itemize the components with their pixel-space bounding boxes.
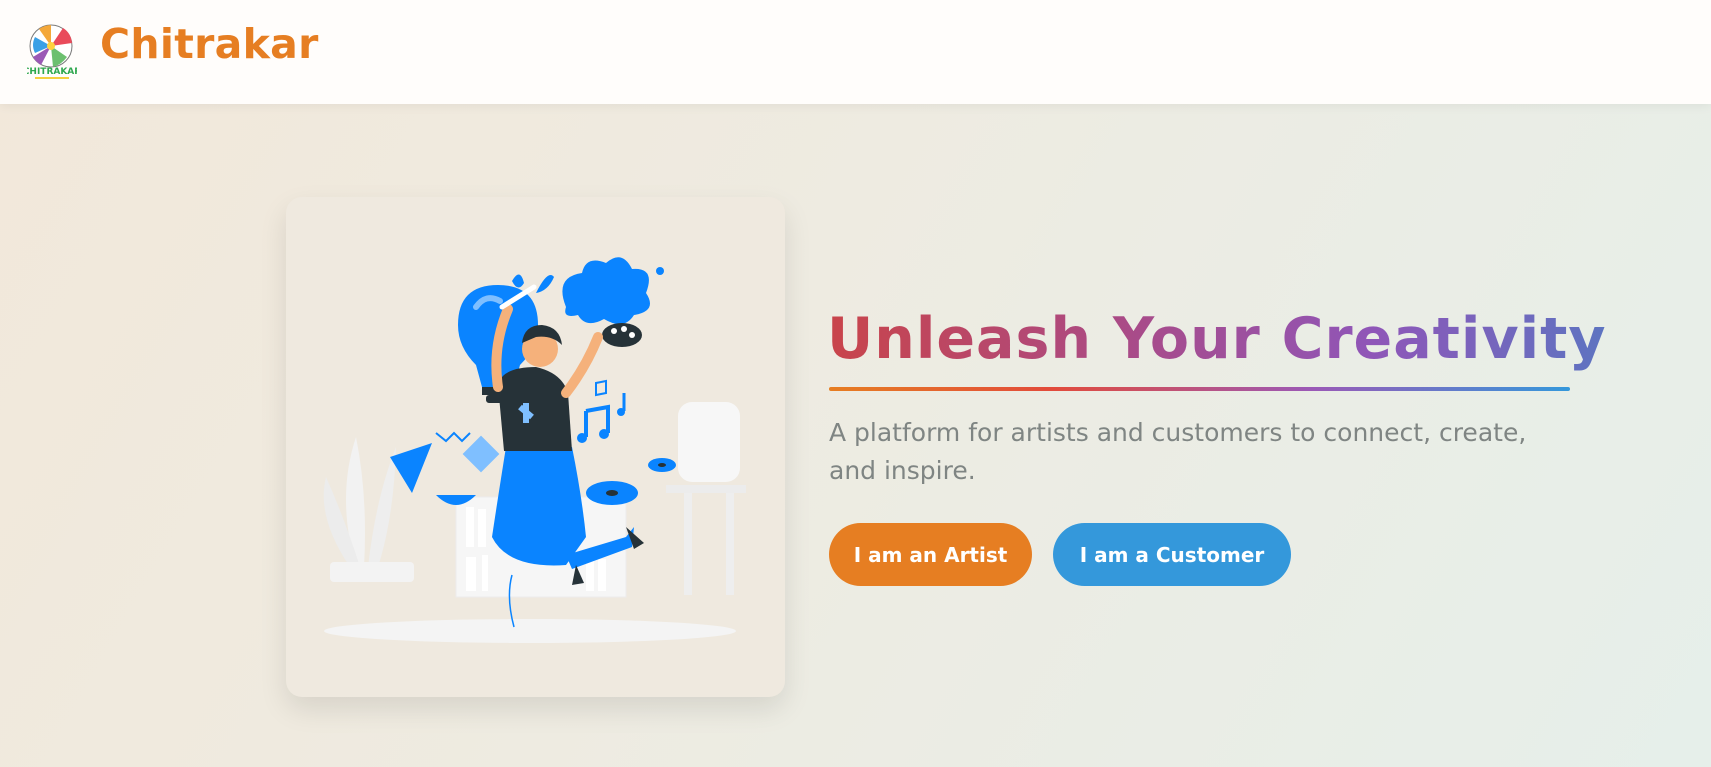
chitrakar-logo-icon[interactable]: CHITRAKAR bbox=[27, 19, 77, 81]
customer-button[interactable]: I am a Customer bbox=[1053, 523, 1291, 586]
artist-button[interactable]: I am an Artist bbox=[829, 523, 1032, 586]
hero-title: Unleash Your Creativity bbox=[827, 306, 1607, 372]
title-underline bbox=[829, 387, 1570, 391]
brand-name[interactable]: Chitrakar bbox=[100, 20, 319, 68]
top-navbar: CHITRAKAR Chitrakar bbox=[0, 0, 1711, 104]
illustration-card bbox=[286, 197, 785, 697]
hero-subtitle: A platform for artists and customers to … bbox=[829, 418, 1527, 485]
creative-person-illustration bbox=[323, 257, 746, 643]
logo-text: CHITRAKAR bbox=[27, 67, 77, 77]
